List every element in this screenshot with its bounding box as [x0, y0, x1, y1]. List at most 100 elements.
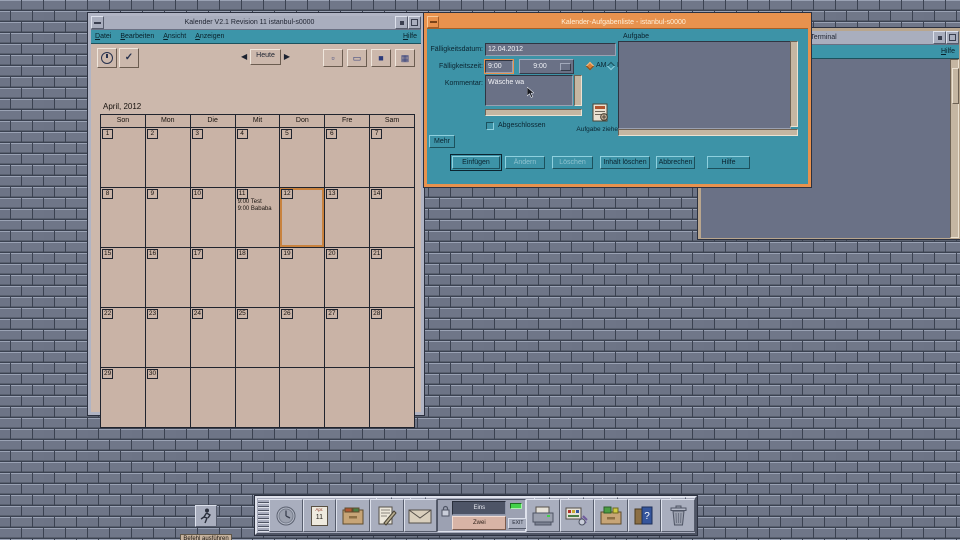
day-cell[interactable] — [190, 368, 235, 427]
window-menu-button[interactable] — [91, 16, 104, 29]
change-button[interactable]: Ändern — [505, 156, 545, 169]
day-cell[interactable]: 19 — [280, 248, 325, 307]
week-view-button[interactable]: ▭ — [347, 49, 367, 67]
day-header: Mon — [145, 115, 190, 127]
printer-button[interactable] — [526, 499, 561, 532]
day-cell[interactable] — [280, 368, 325, 427]
maximize-button[interactable] — [408, 16, 421, 29]
menu-hilfe[interactable]: Hilfe — [403, 33, 417, 40]
clear-button[interactable]: Inhalt löschen — [600, 156, 650, 169]
maximize-button[interactable] — [946, 31, 959, 44]
menu-datei[interactable]: Datei — [95, 33, 111, 40]
day-cell[interactable]: 15 — [101, 248, 145, 307]
previous-month-button[interactable]: ◀ — [240, 50, 248, 64]
day-cell[interactable]: 29 — [101, 368, 145, 427]
day-cell[interactable]: 24 — [190, 308, 235, 367]
day-cell[interactable]: 3 — [190, 128, 235, 187]
workspace-button-two[interactable]: Zwei — [452, 516, 507, 530]
comment-horizontal-scrollbar[interactable] — [485, 109, 582, 116]
minimize-button[interactable] — [395, 16, 408, 29]
help-button[interactable]: Hilfe — [707, 156, 750, 169]
application-manager-button[interactable] — [593, 499, 628, 532]
due-date-input[interactable]: 12.04.2012 — [485, 43, 616, 56]
style-manager-button[interactable] — [560, 499, 594, 532]
day-cell[interactable]: 18 — [235, 248, 280, 307]
delete-button[interactable]: Löschen — [552, 156, 593, 169]
checkmark-icon: ✓ — [124, 52, 134, 63]
day-cell[interactable]: 27 — [325, 308, 370, 367]
appointment-entry[interactable]: 9:00 Bababa — [238, 206, 272, 213]
day-cell[interactable]: 4 — [235, 128, 280, 187]
dialog-body: Fälligkeitsdatum: 12.04.2012 Fälligkeits… — [427, 29, 808, 184]
day-cell[interactable]: 9 — [145, 188, 190, 247]
completed-checkbox[interactable] — [486, 122, 494, 130]
am-radio[interactable] — [585, 61, 595, 71]
appointment-editor-button[interactable] — [97, 48, 117, 68]
scrollbar-thumb[interactable] — [952, 68, 959, 104]
day-cell[interactable]: 23 — [145, 308, 190, 367]
insert-button[interactable]: Einfügen — [450, 154, 502, 171]
next-month-button[interactable]: ▶ — [283, 50, 291, 64]
cancel-button[interactable]: Abbrechen — [656, 156, 695, 169]
minimize-button[interactable] — [933, 31, 946, 44]
day-cell[interactable] — [235, 368, 280, 427]
comment-vertical-scrollbar[interactable] — [574, 75, 582, 106]
pm-radio[interactable] — [606, 61, 616, 71]
menu-anzeigen[interactable]: Anzeigen — [195, 33, 224, 40]
terminal-scrollbar[interactable] — [950, 59, 959, 238]
day-cell[interactable]: 5 — [280, 128, 325, 187]
day-cell[interactable]: 30 — [145, 368, 190, 427]
month-label: April, 2012 — [103, 102, 142, 111]
trash-button[interactable] — [661, 499, 695, 532]
day-cell[interactable]: 16 — [145, 248, 190, 307]
day-cell-selected[interactable]: 12 — [280, 188, 325, 247]
day-cell[interactable] — [325, 368, 370, 427]
task-list-vertical-scrollbar[interactable] — [790, 41, 798, 127]
day-cell[interactable]: 10 — [190, 188, 235, 247]
day-cell[interactable]: 28 — [370, 308, 414, 367]
run-command-desktop-icon[interactable]: Befehl ausführen — [176, 505, 236, 540]
task-list-horizontal-scrollbar[interactable] — [618, 129, 798, 136]
day-cell[interactable]: 22 — [101, 308, 145, 367]
mail-button[interactable] — [403, 499, 438, 532]
day-cell[interactable]: 25 — [235, 308, 280, 367]
drag-task-handle[interactable] — [589, 100, 611, 124]
time-dropdown[interactable]: 9:00 — [519, 59, 574, 74]
day-cell[interactable]: 8 — [101, 188, 145, 247]
day-cell[interactable]: 6 — [325, 128, 370, 187]
window-menu-button[interactable] — [427, 16, 439, 28]
todo-editor-button[interactable]: ✓ — [119, 48, 139, 68]
file-manager-button[interactable] — [336, 499, 370, 532]
text-editor-button[interactable] — [369, 499, 404, 532]
year-view-button[interactable]: ▦ — [395, 49, 415, 67]
menu-ansicht[interactable]: Ansicht — [163, 33, 186, 40]
menu-bearbeiten[interactable]: Bearbeiten — [120, 33, 154, 40]
day-cell[interactable]: 14 — [370, 188, 414, 247]
day-cell[interactable] — [370, 368, 414, 427]
day-cell[interactable]: 7 — [370, 128, 414, 187]
month-view-button[interactable]: ■ — [371, 49, 391, 67]
calendar-button[interactable]: Apr. 11 — [302, 499, 337, 532]
clock-button[interactable] — [268, 499, 303, 532]
day-cell[interactable]: 2 — [145, 128, 190, 187]
due-time-input[interactable]: 9:00 — [484, 59, 514, 74]
day-cell[interactable]: 21 — [370, 248, 414, 307]
task-list[interactable] — [618, 41, 791, 129]
panel-grip-handle[interactable] — [258, 499, 269, 532]
exit-button[interactable]: EXIT — [508, 518, 528, 529]
day-cell-with-appointments[interactable]: 11 9:00 Test 9:00 Bababa — [235, 188, 280, 247]
menu-hilfe[interactable]: Hilfe — [941, 48, 955, 55]
more-button[interactable]: Mehr — [429, 135, 455, 148]
appointment-entry[interactable]: 9:00 Test — [238, 199, 272, 206]
day-cell[interactable]: 20 — [325, 248, 370, 307]
workspace-switcher: Eins Zwei EXIT — [437, 499, 528, 532]
today-button[interactable]: Heute — [250, 49, 281, 65]
day-cell[interactable]: 17 — [190, 248, 235, 307]
day-cell[interactable]: 13 — [325, 188, 370, 247]
day-cell[interactable]: 26 — [280, 308, 325, 367]
day-cell[interactable]: 1 — [101, 128, 145, 187]
help-button[interactable]: ? — [627, 499, 662, 532]
workspace-button-one[interactable]: Eins — [452, 501, 507, 515]
maximize-icon — [949, 34, 956, 41]
day-view-button[interactable]: ▫ — [323, 49, 343, 67]
